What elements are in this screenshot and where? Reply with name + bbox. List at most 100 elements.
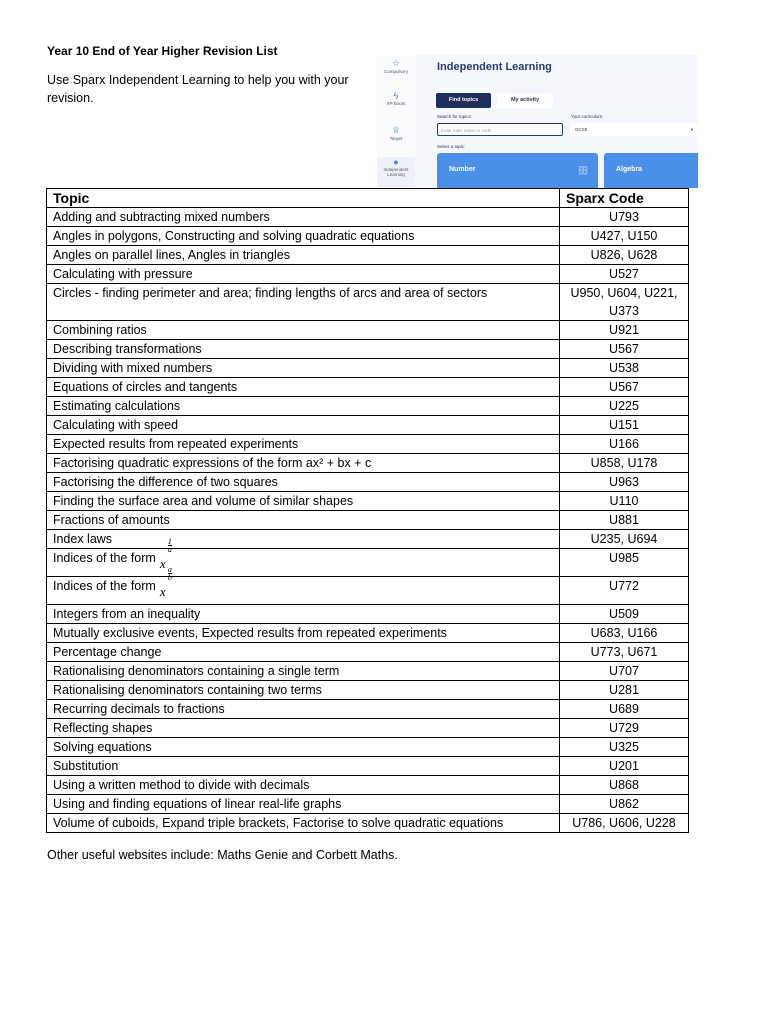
topic-text: Dividing with mixed numbers — [53, 361, 213, 375]
curriculum-select: GCSE ▾ — [571, 123, 698, 136]
table-row: Rationalising denominators containing a … — [46, 661, 689, 681]
topic-text: Equations of circles and tangents — [53, 380, 238, 394]
table-row: Dividing with mixed numbers U538 — [46, 358, 689, 378]
sparx-code-cell: U509 — [559, 604, 689, 624]
topic-cell: Indices of the form x a b — [46, 566, 560, 605]
table-row: Mutually exclusive events, Expected resu… — [46, 623, 689, 643]
sparx-code-cell: U707 — [559, 661, 689, 681]
card-algebra: Algebra — [604, 153, 698, 188]
topic-text: Calculating with pressure — [53, 267, 193, 281]
topic-cell: Circles - finding perimeter and area; fi… — [46, 283, 560, 321]
sparx-code-cell: U538 — [559, 358, 689, 378]
base: x — [159, 556, 166, 571]
topic-text: Factorising the difference of two square… — [53, 475, 278, 489]
topic-cell: Describing transformations — [46, 339, 560, 359]
sidebar-item-independent-learning: ● Independent Learning — [377, 157, 415, 188]
search-label: Search for topics: — [437, 114, 473, 119]
topic-cell: Recurring decimals to fractions — [46, 699, 560, 719]
table-row: Calculating with speed U151 — [46, 415, 689, 435]
table-row: Recurring decimals to fractions U689 — [46, 699, 689, 719]
sparx-screenshot: ☆ Compulsory ϟ XP Boost ♕ Target ● Independe… — [377, 55, 698, 188]
sparx-code-cell: U110 — [559, 491, 689, 511]
topic-text: Solving equations — [53, 740, 152, 754]
topic-cell: Combining ratios — [46, 320, 560, 340]
topic-cell: Calculating with speed — [46, 415, 560, 435]
topic-text: Rationalising denominators containing a … — [53, 664, 340, 678]
table-row: Index laws U235, U694 — [46, 529, 689, 549]
base: x — [159, 584, 166, 599]
table-row: Circles - finding perimeter and area; fi… — [46, 283, 689, 321]
topic-text: Mutually exclusive events, Expected resu… — [53, 626, 447, 640]
sparx-code-cell: U235, U694 — [559, 529, 689, 549]
sidebar-item-compulsory: ☆ Compulsory — [377, 58, 415, 74]
table-row: Fractions of amounts U881 — [46, 510, 689, 530]
table-row: Angles on parallel lines, Angles in tria… — [46, 245, 689, 265]
denominator: a — [167, 545, 172, 554]
star-icon: ☆ — [391, 58, 401, 68]
topic-cell: Rationalising denominators containing a … — [46, 661, 560, 681]
fraction-exponent: 1a — [167, 538, 172, 554]
topic-text: Using and finding equations of linear re… — [53, 797, 342, 811]
topic-cell: Expected results from repeated experimen… — [46, 434, 560, 454]
intro-text: Use Sparx Independent Learning to help y… — [47, 73, 349, 105]
topic-cell: Fractions of amounts — [46, 510, 560, 530]
sparx-code-cell: U950, U604, U221, U373 — [559, 283, 689, 321]
topic-cell: Mutually exclusive events, Expected resu… — [46, 623, 560, 643]
table-row: Adding and subtracting mixed numbers U793 — [46, 207, 689, 227]
sparx-code-cell: U773, U671 — [559, 642, 689, 662]
table-row: Calculating with pressure U527 — [46, 264, 689, 284]
topic-cell: Solving equations — [46, 737, 560, 757]
table-row: Factorising quadratic expressions of the… — [46, 453, 689, 473]
topic-text: Estimating calculations — [53, 399, 181, 413]
sparx-code-cell: U826, U628 — [559, 245, 689, 265]
topic-cell: Factorising quadratic expressions of the… — [46, 453, 560, 473]
topic-text: Percentage change — [53, 645, 162, 659]
sparx-code-cell: U151 — [559, 415, 689, 435]
topic-text: Angles in polygons, Constructing and sol… — [53, 229, 415, 243]
sparx-code-cell: U858, U178 — [559, 453, 689, 473]
topic-cell: Percentage change — [46, 642, 560, 662]
document-title: Year 10 End of Year Higher Revision List — [47, 44, 278, 58]
sparx-code-cell: U881 — [559, 510, 689, 530]
sparx-code-cell: U963 — [559, 472, 689, 492]
sparx-code-cell: U567 — [559, 377, 689, 397]
sparx-code-cell: U225 — [559, 396, 689, 416]
topic-cell: Integers from an inequality — [46, 604, 560, 624]
sparx-sidebar: ☆ Compulsory ϟ XP Boost ♕ Target ● Independe… — [377, 55, 415, 188]
calculator-icon: ⊞ — [577, 163, 588, 177]
topic-cell: Adding and subtracting mixed numbers — [46, 207, 560, 227]
table-row: Reflecting shapes U729 — [46, 718, 689, 738]
topic-cell: Rationalising denominators containing tw… — [46, 680, 560, 700]
table-row: Equations of circles and tangents U567 — [46, 377, 689, 397]
header-topic: Topic — [46, 188, 560, 208]
table-row: Using and finding equations of linear re… — [46, 794, 689, 814]
tab-find-topics: Find topics — [436, 93, 491, 108]
topic-text: Substitution — [53, 759, 119, 773]
sparx-code-cell: U985 — [559, 548, 689, 577]
topic-text: Describing transformations — [53, 342, 202, 356]
sparx-code-cell: U862 — [559, 794, 689, 814]
topic-text: Circles - finding perimeter and area; fi… — [53, 286, 488, 300]
topic-cell: Angles on parallel lines, Angles in tria… — [46, 245, 560, 265]
topic-cell: Angles in polygons, Constructing and sol… — [46, 226, 560, 246]
sparx-code-cell: U868 — [559, 775, 689, 795]
table-row: Describing transformations U567 — [46, 339, 689, 359]
topic-cell: Indices of the form x 1 a — [46, 538, 560, 577]
topic-text: Index laws — [53, 532, 113, 546]
revision-table: Topic Sparx Code Adding and subtracting … — [46, 188, 689, 833]
sparx-code-cell: U772 — [559, 576, 689, 605]
topic-cell: Finding the surface area and volume of s… — [46, 491, 560, 511]
chevron-down-icon: ▾ — [690, 127, 693, 132]
bulb-icon: ● — [393, 157, 399, 167]
table-row: Rationalising denominators containing tw… — [46, 680, 689, 700]
topic-text: Rationalising denominators containing tw… — [53, 683, 322, 697]
lightning-icon: ϟ — [393, 91, 399, 101]
table-row: Expected results from repeated experimen… — [46, 434, 689, 454]
document-page: Year 10 End of Year Higher Revision List… — [0, 0, 768, 1024]
sparx-code-cell: U201 — [559, 756, 689, 776]
topic-text: Fractions of amounts — [53, 513, 170, 527]
table-row: Indices of the form x 1 a U985 — [46, 538, 689, 577]
topic-text: Finding the surface area and volume of s… — [53, 494, 354, 508]
sparx-code-cell: U921 — [559, 320, 689, 340]
topic-text: Calculating with speed — [53, 418, 179, 432]
